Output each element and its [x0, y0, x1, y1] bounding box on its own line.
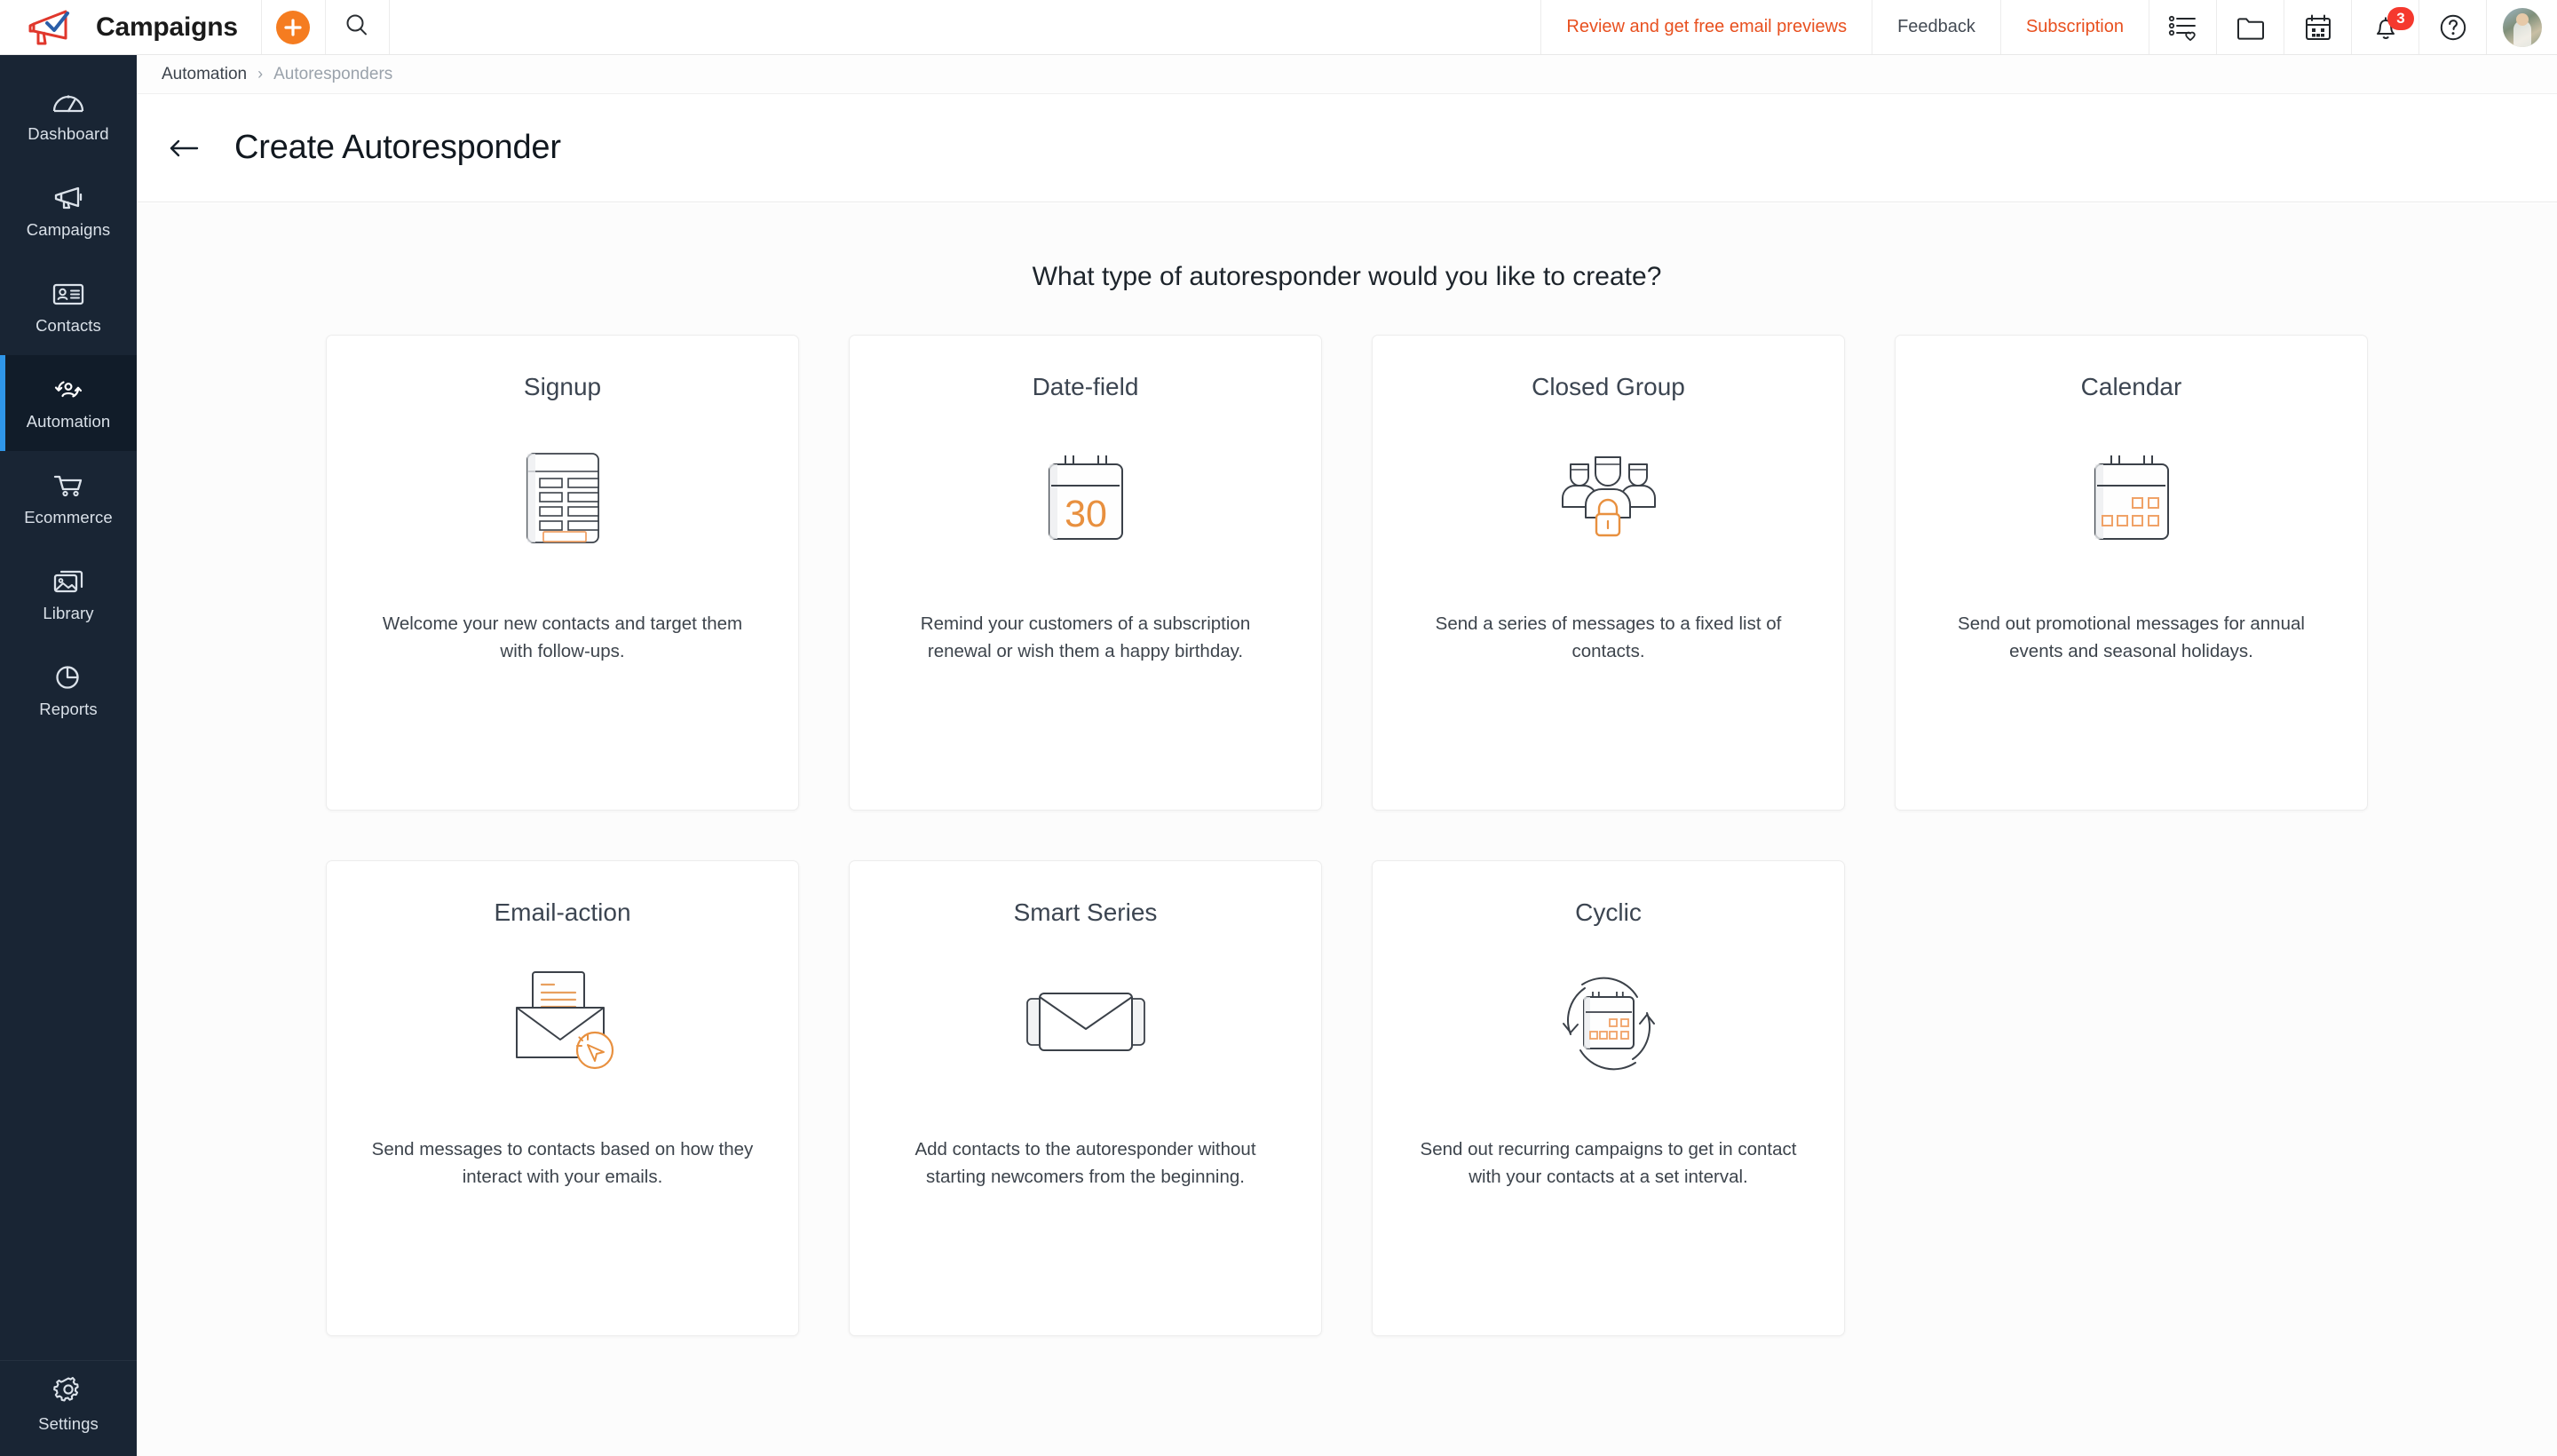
card-title: Closed Group: [1532, 373, 1685, 400]
brand[interactable]: Campaigns: [0, 0, 261, 54]
sidebar-item-ecommerce[interactable]: Ecommerce: [0, 451, 137, 547]
calendar-recurring-icon: [1551, 957, 1666, 1090]
breadcrumb-separator-icon: ›: [257, 65, 264, 83]
sidebar-item-label: Contacts: [36, 315, 101, 335]
image-library-icon: [51, 567, 86, 596]
sidebar-item-label: Automation: [26, 411, 111, 431]
bell-icon[interactable]: 3: [2351, 0, 2418, 54]
autoresponder-card-signup[interactable]: Signup Welcome your new contacts and tar…: [326, 335, 799, 811]
sidebar-item-contacts[interactable]: Contacts: [0, 259, 137, 355]
card-description: Remind your customers of a subscription …: [920, 613, 1251, 661]
sidebar: Dashboard Campaigns Contacts Automation …: [0, 55, 137, 1456]
card-title: Signup: [523, 373, 602, 400]
gear-icon: [51, 1373, 85, 1406]
help-icon[interactable]: [2418, 0, 2486, 54]
card-title: Smart Series: [1013, 898, 1158, 926]
autoresponder-card-cyclic[interactable]: Cyclic Send out recurring campaigns to g…: [1372, 860, 1845, 1336]
main-content: What type of autoresponder would you lik…: [137, 203, 2557, 1456]
avatar: [2502, 7, 2542, 47]
sidebar-items: Dashboard Campaigns Contacts Automation …: [0, 55, 137, 1360]
autoresponder-card-smart-series[interactable]: Smart Series Add contacts to the autores…: [849, 860, 1322, 1336]
card-title: Date-field: [1032, 373, 1139, 400]
breadcrumb-current: Autoresponders: [273, 64, 393, 83]
card-description: Send a series of messages to a fixed lis…: [1435, 613, 1782, 661]
list-heart-icon[interactable]: [2149, 0, 2216, 54]
autoresponder-card-calendar[interactable]: Calendar Send out promotional messages f…: [1895, 335, 2368, 811]
envelope-click-icon: [503, 957, 623, 1090]
breadcrumb-parent[interactable]: Automation: [162, 65, 247, 84]
review-email-previews-link[interactable]: Review and get free email previews: [1540, 0, 1872, 54]
contact-card-icon: [51, 280, 86, 308]
add-button[interactable]: [260, 0, 325, 54]
card-description: Welcome your new contacts and target the…: [382, 613, 743, 661]
automation-cycle-icon: [51, 376, 86, 404]
top-header: Campaigns Review and get free email prev…: [0, 0, 2557, 55]
sidebar-item-dashboard[interactable]: Dashboard: [0, 67, 137, 163]
pie-chart-icon: [51, 663, 86, 692]
notification-badge: 3: [2387, 7, 2414, 30]
sidebar-item-automation[interactable]: Automation: [0, 355, 137, 451]
autoresponder-type-grid: Signup Welcome your new contacts and tar…: [326, 335, 2368, 1336]
sidebar-item-label: Ecommerce: [24, 507, 113, 526]
autoresponder-card-date-field[interactable]: Date-field 30 Remind your customers of a…: [849, 335, 1322, 811]
shopping-cart-icon: [51, 471, 86, 500]
card-title: Calendar: [2080, 373, 2182, 400]
folder-icon[interactable]: [2216, 0, 2284, 54]
megaphone-check-logo: [27, 8, 82, 47]
page-title-bar: Create Autoresponder: [137, 94, 2557, 202]
megaphone-icon: [51, 184, 86, 212]
sidebar-item-label: Reports: [39, 699, 98, 718]
sidebar-item-label: Dashboard: [28, 123, 109, 143]
brand-name: Campaigns: [96, 12, 238, 42]
card-title: Email-action: [494, 898, 631, 926]
plus-icon: [276, 10, 311, 44]
dashboard-gauge-icon: [51, 88, 86, 116]
arrow-left-icon[interactable]: [163, 128, 204, 169]
stacked-envelopes-icon: [1024, 957, 1148, 1090]
card-description: Send out recurring campaigns to get in c…: [1420, 1139, 1797, 1187]
page-title: Create Autoresponder: [234, 129, 561, 166]
sidebar-item-campaigns[interactable]: Campaigns: [0, 163, 137, 259]
card-title: Cyclic: [1575, 898, 1642, 926]
calendar-events-icon: [2079, 431, 2184, 565]
search-icon: [344, 12, 370, 43]
card-description: Send out promotional messages for annual…: [1958, 613, 2305, 661]
calendar-date-30-icon: 30: [1033, 431, 1138, 565]
subscription-link[interactable]: Subscription: [1999, 0, 2149, 54]
group-lock-icon: [1550, 431, 1667, 565]
header-spacer: [388, 0, 1540, 54]
breadcrumb: Automation › Autoresponders: [137, 55, 2557, 94]
feedback-link[interactable]: Feedback: [1872, 0, 2000, 54]
sidebar-item-reports[interactable]: Reports: [0, 643, 137, 739]
autoresponder-type-question: What type of autoresponder would you lik…: [1032, 262, 1662, 291]
autoresponder-card-email-action[interactable]: Email-action Send messages to contacts b…: [326, 860, 799, 1336]
card-description: Send messages to contacts based on how t…: [371, 1139, 754, 1187]
sidebar-item-settings[interactable]: Settings: [0, 1360, 137, 1456]
search-button[interactable]: [324, 0, 389, 54]
sidebar-item-label: Campaigns: [26, 219, 111, 239]
calendar-icon[interactable]: [2284, 0, 2351, 54]
card-description: Add contacts to the autoresponder withou…: [914, 1139, 1256, 1187]
sidebar-item-label: Library: [43, 603, 94, 622]
signup-form-icon: [522, 431, 604, 565]
autoresponder-card-closed-group[interactable]: Closed Group Send a series of messages t…: [1372, 335, 1845, 811]
sidebar-item-library[interactable]: Library: [0, 547, 137, 643]
sidebar-item-label: Settings: [38, 1414, 99, 1433]
svg-text:30: 30: [1065, 493, 1107, 535]
user-avatar[interactable]: [2486, 0, 2557, 54]
